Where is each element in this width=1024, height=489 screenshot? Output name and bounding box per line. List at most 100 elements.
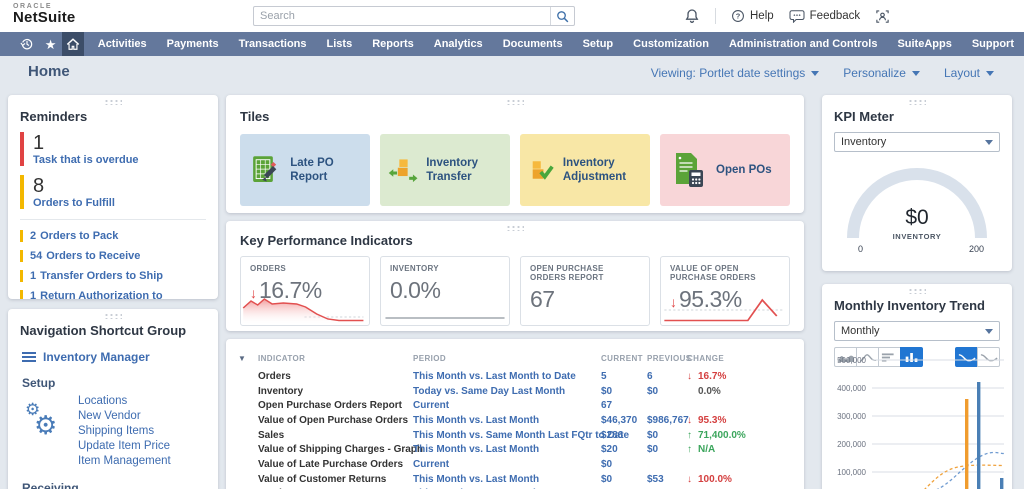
filter-caret-icon[interactable]: ▼	[238, 354, 258, 363]
netsuite-logo[interactable]: ORACLE NetSuite	[13, 3, 75, 25]
nav-menu: Activities Payments Transactions Lists R…	[88, 32, 1024, 56]
top-header: ORACLE NetSuite ? Help Feedback	[0, 0, 1024, 32]
gears-icon: ⚙ ⚙	[25, 400, 58, 440]
netsuite-dashboard: ORACLE NetSuite ? Help Feedback	[0, 0, 1024, 489]
kpi-meter-title: KPI Meter	[834, 109, 894, 124]
shortcuts-button[interactable]: ★	[39, 32, 63, 56]
kpi-meter-portlet: KPI Meter Inventory $0 INVENTORY 0 200	[822, 95, 1012, 271]
logo-netsuite: NetSuite	[13, 9, 76, 26]
nav-item-analytics[interactable]: Analytics	[424, 32, 493, 56]
setup-heading: Setup	[22, 376, 56, 390]
kpi-card-value-open-purchase-orders[interactable]: VALUE OF OPEN PURCHASE ORDERS ↓ 95.3%	[660, 256, 790, 326]
feedback-icon	[789, 10, 805, 23]
drag-handle-icon[interactable]	[506, 99, 524, 105]
gauge-value: $0	[905, 206, 929, 229]
table-row: Inventory Today vs. Same Day Last Month $0…	[258, 385, 721, 397]
nav-item-administration-and-controls[interactable]: Administration and Controls	[719, 32, 888, 56]
tiles-portlet: Tiles Late PO Report Inventory Transfer …	[226, 95, 804, 213]
gauge-min: 0	[858, 244, 864, 254]
link-item-management[interactable]: Item Management	[78, 454, 171, 469]
tile-open-pos[interactable]: Open POs	[660, 134, 790, 206]
feedback-label: Feedback	[809, 10, 861, 22]
svg-text:?: ?	[736, 12, 741, 21]
drag-handle-icon[interactable]	[506, 225, 524, 231]
header-actions: ? Help Feedback	[684, 0, 890, 32]
link-new-vendor[interactable]: New Vendor	[78, 409, 171, 424]
help-icon: ?	[732, 10, 744, 22]
chevron-down-icon	[911, 70, 920, 76]
search-input[interactable]	[254, 7, 550, 25]
col-indicator: INDICATOR	[258, 353, 306, 363]
link-update-item-price[interactable]: Update Item Price	[78, 439, 171, 454]
roles-icon[interactable]	[875, 9, 890, 24]
gauge-max: 200	[968, 244, 984, 254]
reminder-task-overdue[interactable]: 1 Task that is overdue	[20, 132, 206, 166]
trend-period-select[interactable]: Monthly	[834, 321, 1000, 341]
svg-text:100,000: 100,000	[837, 468, 866, 477]
page-controls: Viewing: Portlet date settings Personali…	[651, 66, 994, 80]
search-icon	[557, 10, 569, 22]
table-row: Value of Open Purchase Orders This Month …	[258, 414, 727, 426]
link-shipping-items[interactable]: Shipping Items	[78, 424, 171, 439]
nav-item-reports[interactable]: Reports	[362, 32, 424, 56]
kpi-gauge: $0 INVENTORY 0 200	[834, 166, 1000, 271]
bar-orange	[965, 399, 969, 489]
viewing-portlet-date-settings-dropdown[interactable]: Viewing: Portlet date settings	[651, 66, 820, 80]
search-button[interactable]	[550, 7, 574, 25]
chevron-down-icon	[986, 70, 994, 76]
drag-handle-icon[interactable]	[104, 99, 122, 105]
menu-icon	[22, 351, 36, 363]
nav-item-documents[interactable]: Documents	[493, 32, 573, 56]
inventory-manager-link[interactable]: Inventory Manager	[22, 350, 206, 364]
table-row: Value of Late Purchase Orders Current $0	[258, 458, 613, 470]
tile-late-po-report[interactable]: Late PO Report	[240, 134, 370, 206]
drag-handle-icon[interactable]	[908, 288, 926, 294]
trend-title: Monthly Inventory Trend	[834, 298, 985, 313]
nav-item-activities[interactable]: Activities	[88, 32, 157, 56]
bar-blue-small	[1000, 478, 1004, 489]
kpi-card-open-purchase-orders[interactable]: OPEN PURCHASE ORDERS REPORT 67	[520, 256, 650, 326]
nav-item-setup[interactable]: Setup	[573, 32, 624, 56]
reminder-orders-to-fulfill[interactable]: 8 Orders to Fulfill	[20, 175, 206, 209]
open-pos-icon	[676, 153, 703, 187]
personalize-dropdown[interactable]: Personalize	[843, 66, 920, 80]
nav-item-customization[interactable]: Customization	[623, 32, 719, 56]
kpi-card-inventory[interactable]: INVENTORY 0.0%	[380, 256, 510, 326]
main-nav: ★ Activities Payments Transactions Lists…	[0, 32, 1024, 56]
table-row: Orders This Month vs. Last Month to Date 5…	[258, 370, 727, 382]
reminder-transfer-orders-to-ship[interactable]: 1 Transfer Orders to Ship	[20, 270, 206, 282]
bar-blue	[977, 382, 981, 489]
recent-records-button[interactable]	[15, 32, 39, 56]
nav-item-payments[interactable]: Payments	[157, 32, 229, 56]
help-button[interactable]: ? Help	[731, 9, 774, 23]
table-row: Sales This Month vs. Same Month Last FQtr…	[258, 429, 746, 441]
layout-dropdown[interactable]: Layout	[944, 66, 994, 80]
notifications-bell-icon[interactable]	[684, 8, 700, 24]
header-divider	[715, 8, 716, 24]
feedback-button[interactable]: Feedback	[789, 9, 861, 23]
nav-item-suiteapps[interactable]: SuiteApps	[887, 32, 961, 56]
drag-handle-icon[interactable]	[104, 313, 122, 319]
reminder-orders-to-receive[interactable]: 54 Orders to Receive	[20, 250, 206, 262]
reminders-title: Reminders	[20, 109, 88, 124]
kpi-card-orders[interactable]: ORDERS ↓ 16.7%	[240, 256, 370, 326]
nav-item-support[interactable]: Support	[962, 32, 1024, 56]
nav-item-transactions[interactable]: Transactions	[229, 32, 317, 56]
chevron-down-icon	[985, 328, 993, 334]
chevron-down-icon	[985, 139, 993, 145]
link-locations[interactable]: Locations	[78, 394, 171, 409]
value-open-po-sparkline	[664, 298, 785, 322]
tile-inventory-adjustment[interactable]: Inventory Adjustment	[520, 134, 650, 206]
col-period: PERIOD	[413, 353, 447, 363]
reminder-return-authorization[interactable]: 1Return Authorization to Receive	[20, 290, 206, 299]
drag-handle-icon[interactable]	[908, 99, 926, 105]
nav-item-lists[interactable]: Lists	[317, 32, 363, 56]
reminder-orders-to-pack[interactable]: 2 Orders to Pack	[20, 230, 206, 242]
tile-inventory-transfer[interactable]: Inventory Transfer	[380, 134, 510, 206]
svg-text:300,000: 300,000	[837, 412, 866, 421]
star-icon: ★	[44, 36, 57, 52]
kpi-meter-select[interactable]: Inventory	[834, 132, 1000, 152]
navigation-shortcut-portlet: Navigation Shortcut Group Inventory Mana…	[8, 309, 218, 489]
home-button[interactable]	[62, 32, 84, 56]
table-row: Value of Customer Returns This Month vs. …	[258, 473, 732, 485]
